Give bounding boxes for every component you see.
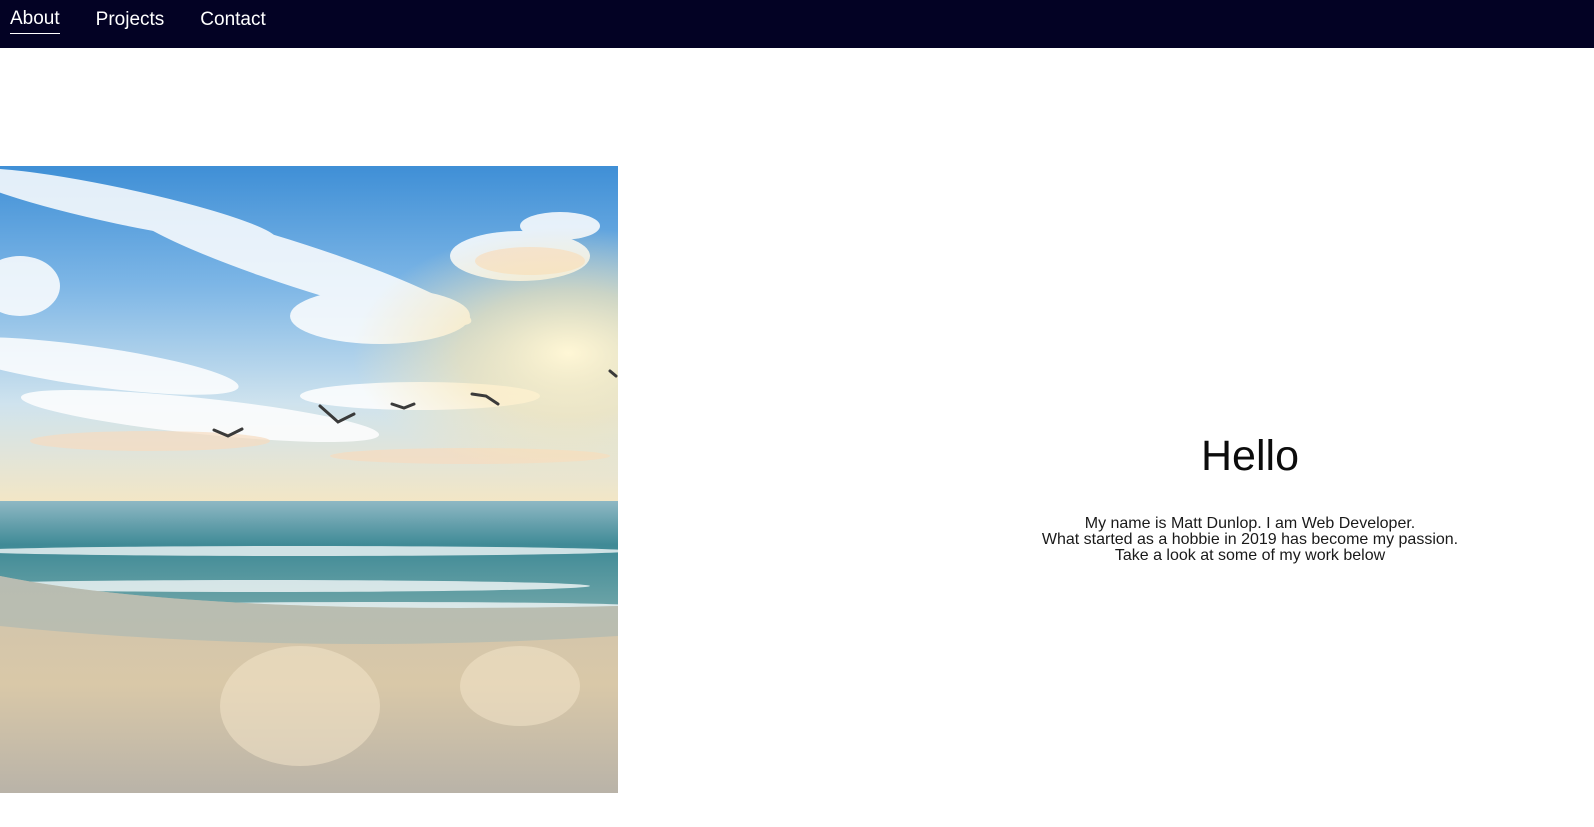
nav-about-link[interactable]: About [10, 8, 60, 34]
intro-heading: Hello [1201, 432, 1299, 480]
top-navbar: About Projects Contact [0, 0, 1594, 48]
intro-line-2: What started as a hobbie in 2019 has bec… [1041, 531, 1459, 548]
intro-section: Hello My name is Matt Dunlop. I am Web D… [900, 430, 1594, 564]
hero-beach-image [0, 166, 618, 793]
nav-projects-link[interactable]: Projects [96, 9, 165, 34]
intro-line-1: My name is Matt Dunlop. I am Web Develop… [1084, 515, 1416, 532]
intro-line-3: Take a look at some of my work below [1114, 547, 1386, 564]
nav-contact-link[interactable]: Contact [200, 9, 265, 34]
